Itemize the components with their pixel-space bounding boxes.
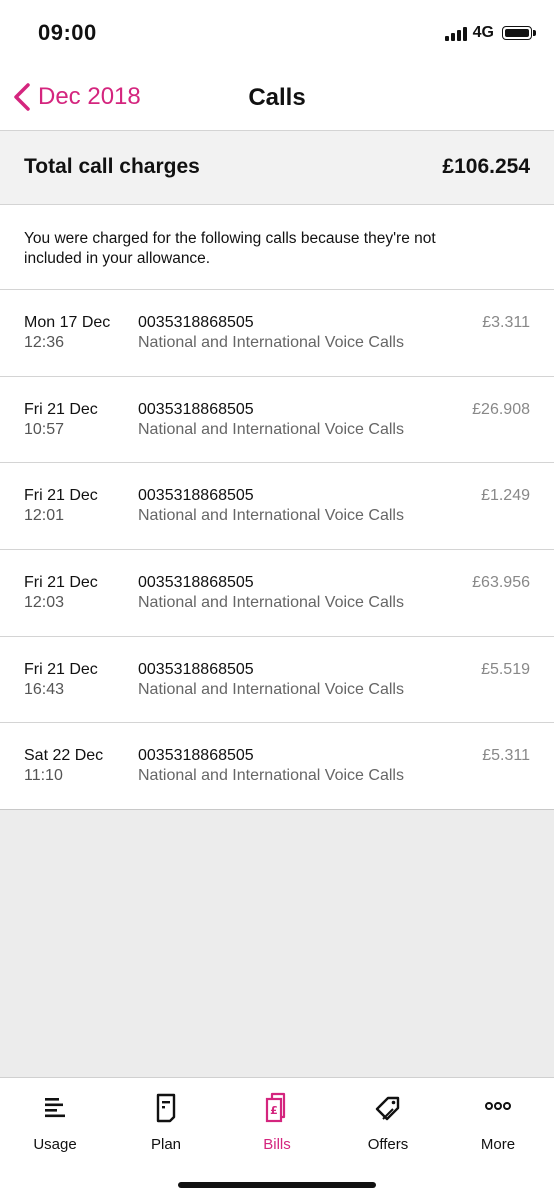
call-number: 0035318868505: [138, 487, 254, 505]
network-type: 4G: [472, 24, 494, 41]
call-number: 0035318868505: [138, 660, 254, 678]
call-date: Fri 21 Dec: [24, 400, 98, 418]
call-number: 0035318868505: [138, 574, 254, 592]
call-amount: £1.249: [481, 487, 530, 505]
call-time: 10:57: [24, 420, 65, 438]
call-type: National and International Voice Calls: [138, 507, 404, 525]
call-time: 12:36: [24, 334, 65, 351]
battery-icon: [502, 26, 536, 40]
call-type: National and International Voice Calls: [138, 594, 404, 612]
call-type: National and International Voice Calls: [138, 680, 404, 698]
call-row[interactable]: Sat 22 Dec 11:10 0035318868505 National …: [0, 723, 554, 811]
call-type: National and International Voice Calls: [138, 767, 404, 785]
status-time: 09:00: [38, 20, 97, 45]
tab-offers[interactable]: Offers: [333, 1092, 443, 1153]
call-row[interactable]: Fri 21 Dec 12:03 0035318868505 National …: [0, 550, 554, 637]
call-amount: £3.311: [482, 314, 530, 331]
bills-icon: £: [265, 1092, 286, 1123]
call-row[interactable]: Mon 17 Dec 12:36 0035318868505 National …: [0, 290, 554, 377]
call-date: Fri 21 Dec: [24, 574, 98, 592]
call-time: 11:10: [24, 767, 63, 785]
call-date: Fri 21 Dec: [24, 660, 98, 678]
more-icon: [485, 1102, 511, 1110]
usage-icon: [45, 1098, 65, 1118]
plan-icon: [156, 1093, 176, 1123]
tab-label: Offers: [367, 1136, 409, 1153]
call-amount: £26.908: [472, 400, 530, 418]
tab-bills[interactable]: £ Bills: [222, 1092, 332, 1153]
charges-notice: You were charged for the following calls…: [0, 205, 554, 290]
call-number: 0035318868505: [138, 747, 254, 765]
call-row[interactable]: Fri 21 Dec 12:01 0035318868505 National …: [0, 463, 554, 551]
signal-icon: [444, 25, 467, 41]
total-value: £106.254: [442, 155, 530, 178]
call-time: 16:43: [24, 680, 65, 698]
call-type: National and International Voice Calls: [138, 334, 404, 351]
svg-text:£: £: [270, 1104, 278, 1117]
status-bar: 09:00 4G: [0, 0, 554, 68]
call-amount: £63.956: [472, 574, 530, 592]
tab-label: Bills: [263, 1136, 291, 1153]
tab-usage[interactable]: Usage: [0, 1092, 110, 1153]
tab-plan[interactable]: Plan: [111, 1092, 221, 1153]
total-call-charges: Total call charges £106.254: [0, 130, 554, 205]
page-title: Calls: [248, 84, 306, 111]
status-indicators: 4G: [444, 24, 536, 42]
call-date: Sat 22 Dec: [24, 747, 104, 765]
tab-label: More: [480, 1136, 516, 1153]
call-number: 0035318868505: [138, 314, 254, 331]
call-number: 0035318868505: [138, 400, 254, 418]
call-type: National and International Voice Calls: [138, 420, 404, 438]
call-time: 12:03: [24, 594, 65, 612]
call-date: Fri 21 Dec: [24, 487, 98, 505]
call-amount: £5.519: [481, 660, 530, 678]
tab-label: Usage: [33, 1136, 77, 1153]
call-time: 12:01: [24, 507, 65, 525]
total-label: Total call charges: [24, 155, 200, 178]
call-row[interactable]: Fri 21 Dec 10:57 0035318868505 National …: [0, 377, 554, 464]
tab-bar: Usage Plan £ Bills Offers More: [0, 1077, 554, 1200]
call-row[interactable]: Fri 21 Dec 16:43 0035318868505 National …: [0, 637, 554, 724]
tab-label: Plan: [150, 1136, 182, 1153]
calls-list: Mon 17 Dec 12:36 0035318868505 National …: [0, 290, 554, 811]
call-date: Mon 17 Dec: [24, 314, 111, 331]
tab-more[interactable]: More: [443, 1092, 553, 1153]
home-indicator[interactable]: [178, 1182, 376, 1188]
offers-icon: [375, 1096, 400, 1121]
nav-bar: Dec 2018 Calls: [0, 68, 554, 130]
call-amount: £5.311: [482, 747, 530, 765]
